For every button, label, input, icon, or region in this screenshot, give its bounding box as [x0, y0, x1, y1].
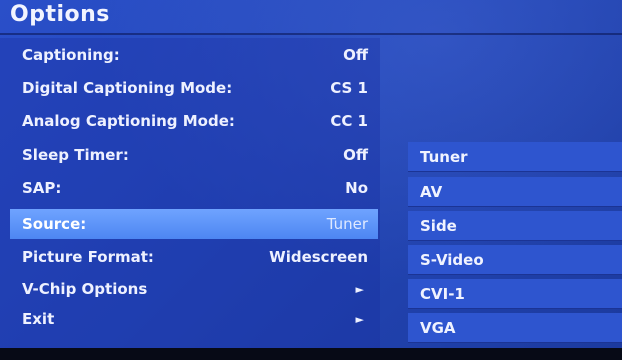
submenu-arrow-icon: ► [355, 282, 364, 296]
source-option-vga[interactable]: VGA [408, 313, 622, 343]
source-option-side[interactable]: Side [408, 211, 622, 241]
menu-item-value: CS 1 [330, 79, 368, 97]
menu-item-label: SAP: [22, 179, 62, 197]
menu-item-label: Captioning: [22, 46, 120, 64]
menu-item-label: Digital Captioning Mode: [22, 79, 233, 97]
source-option-tuner[interactable]: Tuner [408, 142, 622, 172]
menu-item-captioning[interactable]: Captioning: Off [10, 40, 378, 70]
menu-item-exit[interactable]: Exit ► [10, 304, 378, 334]
source-option-s-video[interactable]: S-Video [408, 245, 622, 275]
source-option-cvi-1[interactable]: CVI-1 [408, 279, 622, 309]
menu-item-label: Analog Captioning Mode: [22, 112, 235, 130]
menu-item-digital-captioning-mode[interactable]: Digital Captioning Mode: CS 1 [10, 73, 378, 103]
menu-item-label: Exit [22, 310, 55, 328]
menu-item-source[interactable]: Source: Tuner [10, 209, 378, 239]
source-option-av[interactable]: AV [408, 177, 622, 207]
menu-item-value: Tuner [326, 215, 368, 233]
menu-item-value: Off [343, 146, 368, 164]
title-divider [0, 33, 622, 35]
options-menu: Captioning: Off Digital Captioning Mode:… [0, 38, 380, 348]
menu-item-v-chip-options[interactable]: V-Chip Options ► [10, 274, 378, 304]
source-submenu: Tuner AV Side S-Video CVI-1 VGA [408, 142, 622, 350]
menu-item-label: Sleep Timer: [22, 146, 129, 164]
menu-item-label: V-Chip Options [22, 280, 148, 298]
menu-item-value: Off [343, 46, 368, 64]
menu-title: Options [10, 2, 110, 27]
menu-item-label: Picture Format: [22, 248, 154, 266]
menu-item-value: CC 1 [330, 112, 368, 130]
menu-item-value: No [345, 179, 368, 197]
menu-item-label: Source: [22, 215, 87, 233]
menu-item-value: Widescreen [269, 248, 368, 266]
tv-bezel [0, 348, 622, 360]
menu-item-sleep-timer[interactable]: Sleep Timer: Off [10, 140, 378, 170]
menu-item-analog-captioning-mode[interactable]: Analog Captioning Mode: CC 1 [10, 106, 378, 136]
menu-item-picture-format[interactable]: Picture Format: Widescreen [10, 242, 378, 272]
submenu-arrow-icon: ► [355, 312, 364, 326]
menu-item-sap[interactable]: SAP: No [10, 173, 378, 203]
tv-screen: Options Captioning: Off Digital Captioni… [0, 0, 622, 360]
